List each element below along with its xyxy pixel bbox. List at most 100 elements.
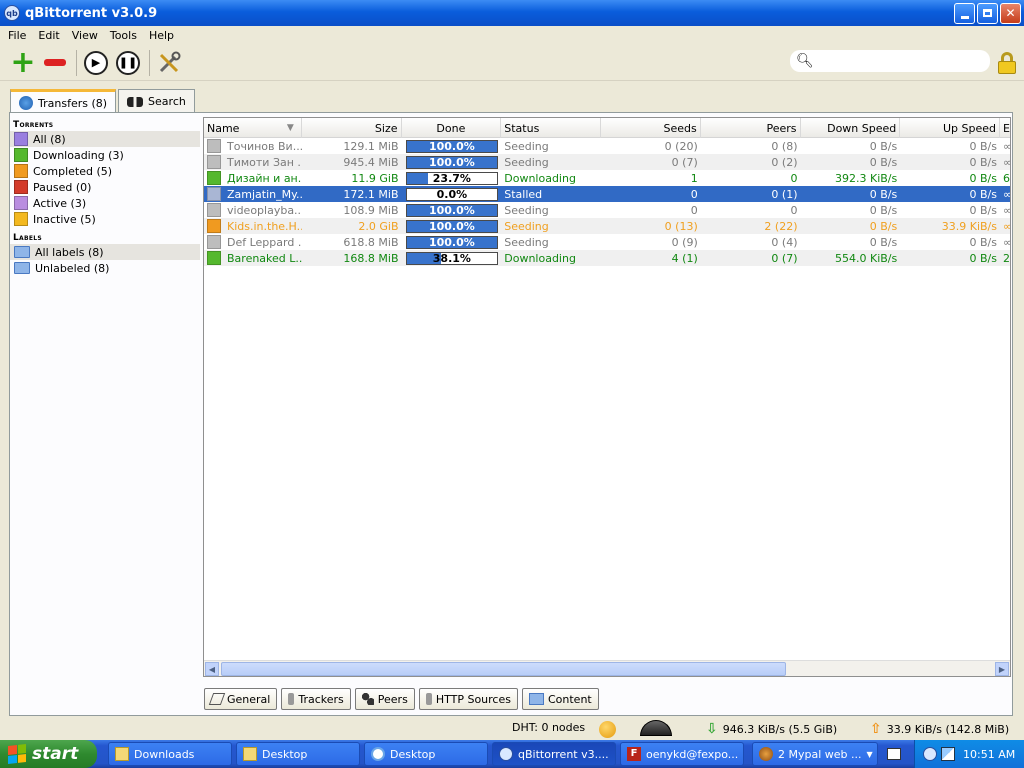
filter-all[interactable]: All (8) [10,131,200,147]
taskbar-button-filezilla[interactable]: Foenykd@fexpo... [620,742,744,766]
torrent-status: Seeding [504,155,549,169]
torrent-status: Seeding [504,219,549,233]
maximize-button[interactable] [977,2,998,24]
scroll-right-icon[interactable]: ▶ [995,662,1009,676]
dht-status: DHT: 0 nodes [512,721,586,734]
column-size[interactable]: Size [302,118,402,138]
minimize-icon [960,15,969,19]
progress-bar: 100.0% [405,235,499,249]
table-row[interactable]: Barenaked L... 168.8 MiB 38.1% Downloading 4… [204,250,1010,266]
torrent-size: 168.8 MiB [343,251,399,265]
tab-transfers[interactable]: Transfers (8) [10,89,117,114]
search-input[interactable] [819,54,990,68]
clock[interactable]: 10:51 AM [963,748,1015,761]
close-button[interactable]: ✕ [1000,2,1021,24]
taskbar-button-downloads[interactable]: Downloads [108,742,232,766]
taskbar-button-desktop-ie[interactable]: Desktop [364,742,488,766]
pause-icon: ❚❚ [116,50,140,75]
pause-button[interactable]: ❚❚ [113,48,143,78]
column-status[interactable]: Status [501,118,601,138]
table-row[interactable]: Дизайн и ан... 11.9 GiB 23.7% Downloading 1 0… [204,170,1010,186]
window-title: qBittorrent v3.0.9 [25,5,158,21]
tab-peers[interactable]: Peers [354,688,415,710]
tab-label: Peers [377,692,408,706]
menu-edit[interactable]: Edit [32,29,65,42]
torrent-peers: 0 (7) [771,251,798,265]
table-header: Name ▼ Size Done Status Seeds Peers Down … [204,118,1010,138]
torrent-table[interactable]: Name ▼ Size Done Status Seeds Peers Down … [203,117,1011,677]
filter-active[interactable]: Active (3) [10,195,200,211]
column-peers[interactable]: Peers [701,118,801,138]
table-row[interactable]: Тимоти Зан ... 945.4 MiB 100.0% Seeding 0 (7… [204,154,1010,170]
tab-trackers[interactable]: Trackers [281,688,351,710]
qbittorrent-tray-icon[interactable] [923,747,937,761]
torrent-down-speed: 0 B/s [869,139,898,153]
torrent-eta: ∞ [1000,202,1010,218]
add-torrent-button[interactable]: + [8,47,38,78]
column-name[interactable]: Name ▼ [204,118,302,138]
progress-bar: 100.0% [405,155,499,169]
scroll-left-icon[interactable]: ◀ [205,662,219,676]
delete-torrent-button[interactable] [40,48,70,78]
options-button[interactable] [154,48,184,78]
horizontal-scrollbar[interactable]: ◀ ▶ [204,660,1010,676]
tab-content[interactable]: Content [521,688,599,710]
table-row[interactable]: Def Leppard ... 618.8 MiB 100.0% Seeding 0 (… [204,234,1010,250]
start-label: start [32,744,79,764]
column-done[interactable]: Done [402,118,502,138]
taskbar-button-desktop[interactable]: Desktop [236,742,360,766]
connection-status-icon[interactable] [599,721,616,738]
filter-label: Downloading (3) [33,148,124,162]
tools-icon [159,51,181,72]
table-row[interactable]: Zamjatin_My... 172.1 MiB 0.0% Stalled 0 0 (1)… [204,186,1010,202]
tab-general[interactable]: General [204,688,278,710]
torrent-name: Точинов Ви... [204,138,302,154]
column-eta[interactable]: E [1000,118,1010,138]
resume-button[interactable]: ▶ [81,48,111,78]
network-icon[interactable] [941,747,955,761]
menu-view[interactable]: View [66,29,104,42]
sort-arrow-icon: ▼ [286,123,294,133]
column-down-speed[interactable]: Down Speed [801,118,901,138]
upload-speed[interactable]: ⇧ 33.9 KiB/s (142.8 MiB) [870,721,1009,737]
torrent-seeds: 0 (13) [664,219,698,233]
scroll-thumb[interactable] [221,662,786,676]
filter-paused[interactable]: Paused (0) [10,179,200,195]
table-row[interactable]: videoplayba... 108.9 MiB 100.0% Seeding 0 0 0 … [204,202,1010,218]
menu-help[interactable]: Help [143,29,180,42]
column-seeds[interactable]: Seeds [601,118,701,138]
menu-file[interactable]: File [2,29,32,42]
tab-transfers-label: Transfers (8) [38,96,108,110]
title-bar[interactable]: qb qBittorrent v3.0.9 ✕ [0,0,1024,26]
filter-downloading[interactable]: Downloading (3) [10,147,200,163]
taskbar-button-mypal[interactable]: 2 Mypal web ... ▼ [752,742,878,766]
minimize-button[interactable] [954,2,975,24]
column-up-speed[interactable]: Up Speed [900,118,1000,138]
tab-http-sources[interactable]: HTTP Sources [418,688,518,710]
torrent-name: Def Leppard ... [204,234,302,250]
filter-completed[interactable]: Completed (5) [10,163,200,179]
filter-sidebar: Torrents All (8) Downloading (3) Complet… [10,117,200,276]
stalled-icon [207,187,221,201]
download-speed[interactable]: ⇩ 946.3 KiB/s (5.5 GiB) [706,721,837,737]
torrent-eta: ∞ [1000,138,1010,154]
torrent-size: 618.8 MiB [343,235,399,249]
toolbar-separator [149,49,150,76]
torrent-name: videoplayba... [204,202,302,218]
start-button[interactable]: start [0,740,97,768]
torrent-up-speed: 0 B/s [969,203,997,217]
speed-limit-icon[interactable] [640,720,672,736]
torrent-eta: ∞ [1000,218,1010,234]
tab-search[interactable]: Search [118,89,195,113]
menu-tools[interactable]: Tools [104,29,143,42]
table-row[interactable]: Точинов Ви... 129.1 MiB 100.0% Seeding 0 (20… [204,138,1010,154]
filter-label: Paused (0) [33,180,92,194]
lock-icon[interactable] [998,52,1016,74]
filter-inactive[interactable]: Inactive (5) [10,211,200,227]
label-all[interactable]: All labels (8) [10,244,200,260]
keyboard-icon[interactable] [887,748,901,760]
label-unlabeled[interactable]: Unlabeled (8) [10,260,200,276]
taskbar-button-qbittorrent[interactable]: qBittorrent v3.... [492,742,616,766]
table-row[interactable]: Kids.in.the.H... 2.0 GiB 100.0% Seeding 0 (1… [204,218,1010,234]
torrent-seeds: 0 [690,203,698,217]
